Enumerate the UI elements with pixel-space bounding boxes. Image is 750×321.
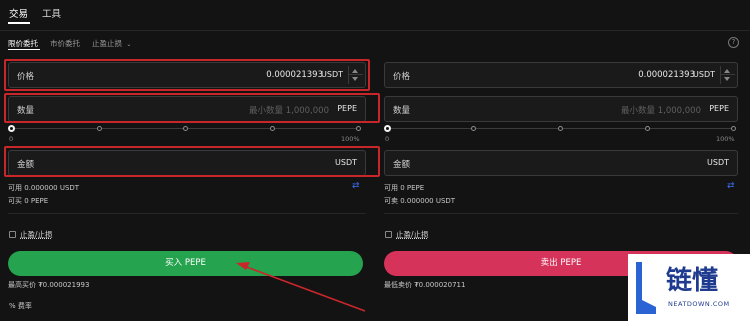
stepper-divider xyxy=(721,74,735,75)
buy-slider-min-label: 0 xyxy=(9,135,14,143)
header-divider xyxy=(0,30,750,31)
tab-tools[interactable]: 工具 xyxy=(42,6,61,20)
buy-slider-mark-100[interactable] xyxy=(356,126,361,131)
highlight-box-price xyxy=(4,59,370,91)
sell-price-stepper[interactable] xyxy=(720,66,735,84)
sell-divider xyxy=(384,213,738,214)
chevron-up-icon[interactable] xyxy=(724,69,730,73)
buy-max-quantity: 可买 0 PEPE xyxy=(8,197,49,205)
annotation-arrow xyxy=(236,262,366,312)
watermark-logo: 链懂 NEATDOWN.COM xyxy=(628,254,750,321)
sell-quantity-placeholder: 最小数量 1,000,000 xyxy=(621,106,701,116)
sell-price-label: 价格 xyxy=(393,72,411,82)
sell-slider-min-label: 0 xyxy=(385,135,390,143)
sell-price-value: 0.000021393 xyxy=(638,70,695,80)
sell-amount-field[interactable]: 金额 USDT xyxy=(384,150,738,176)
sell-slider-handle[interactable] xyxy=(384,125,391,132)
tab-market-order[interactable]: 市价委托 xyxy=(50,38,80,49)
tab-active-indicator xyxy=(8,22,30,24)
sell-quantity-label: 数量 xyxy=(393,106,411,116)
buy-slider-mark-75[interactable] xyxy=(270,126,275,131)
sell-slider-mark-25[interactable] xyxy=(471,126,476,131)
tab-limit-order[interactable]: 限价委托 xyxy=(8,38,38,49)
sell-slider-mark-100[interactable] xyxy=(731,126,736,131)
buy-divider xyxy=(8,213,366,214)
tab-stop-label: 止盈止损 xyxy=(92,39,122,48)
sell-slider-mark-50[interactable] xyxy=(558,126,563,131)
buy-tpsl-label[interactable]: 止盈/止损 xyxy=(20,229,53,240)
watermark-brand: 链懂 xyxy=(666,266,719,296)
sell-max-value: 可卖 0.000000 USDT xyxy=(384,197,456,205)
buy-best-price: 最高买价 ₮0.000021993 xyxy=(8,281,90,289)
tab-trade[interactable]: 交易 xyxy=(9,6,28,20)
highlight-box-amount xyxy=(4,146,380,177)
swap-icon[interactable]: ⇄ xyxy=(727,181,735,191)
sell-best-price: 最低卖价 ₮0.000020711 xyxy=(384,281,466,289)
arrow-head-icon xyxy=(236,262,250,270)
sell-price-unit: USDT xyxy=(693,70,715,79)
arrow-line xyxy=(243,265,366,312)
sell-price-field[interactable]: 价格 0.000021393 USDT xyxy=(384,62,738,88)
chevron-down-icon: ⌄ xyxy=(126,41,132,48)
buy-slider-mark-50[interactable] xyxy=(183,126,188,131)
buy-tpsl-checkbox[interactable] xyxy=(9,231,16,238)
watermark-site: NEATDOWN.COM xyxy=(668,300,730,308)
fee-rate-link[interactable]: % 费率 xyxy=(9,301,32,311)
sell-tpsl-label[interactable]: 止盈/止损 xyxy=(396,229,429,240)
sell-quantity-unit: PEPE xyxy=(709,104,729,113)
tab-stop-order[interactable]: 止盈止损 ⌄ xyxy=(92,38,131,49)
swap-icon[interactable]: ⇄ xyxy=(352,181,360,191)
sell-available: 可用 0 PEPE xyxy=(384,184,425,192)
help-icon[interactable]: ? xyxy=(728,37,739,48)
buy-available: 可用 0.000000 USDT xyxy=(8,184,80,192)
sell-slider-max-label: 100% xyxy=(716,135,735,143)
order-tab-active-indicator xyxy=(8,49,40,50)
highlight-box-quantity xyxy=(4,93,380,123)
buy-slider-handle[interactable] xyxy=(8,125,15,132)
buy-slider-max-label: 100% xyxy=(341,135,360,143)
sell-amount-label: 金额 xyxy=(393,160,411,170)
sell-quantity-field[interactable]: 数量 最小数量 1,000,000 PEPE xyxy=(384,96,738,122)
sell-amount-unit: USDT xyxy=(707,158,729,167)
buy-slider-mark-25[interactable] xyxy=(97,126,102,131)
sell-slider-mark-75[interactable] xyxy=(645,126,650,131)
logo-mark-icon xyxy=(636,262,656,314)
chevron-down-icon[interactable] xyxy=(724,77,730,81)
sell-tpsl-checkbox[interactable] xyxy=(385,231,392,238)
